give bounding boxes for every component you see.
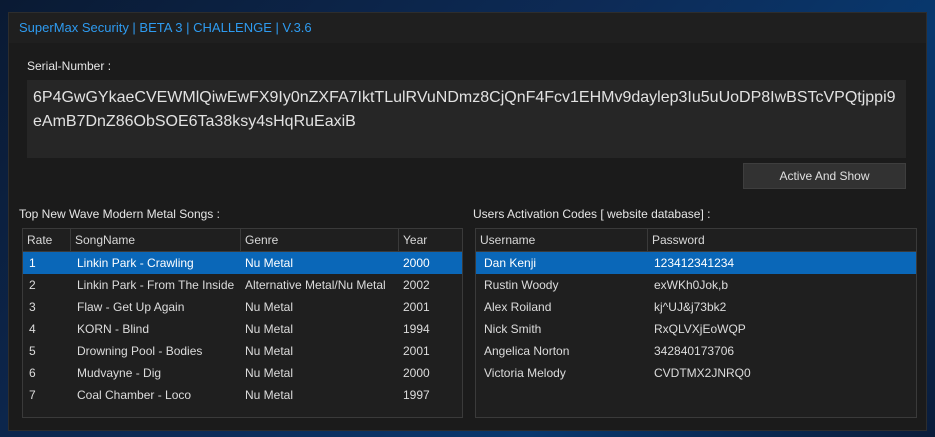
song-row[interactable]: 4 KORN - Blind Nu Metal 1994 (23, 318, 462, 340)
song-cell-genre: Nu Metal (245, 344, 294, 358)
song-row[interactable]: 1 Linkin Park - Crawling Nu Metal 2000 (23, 252, 462, 274)
user-cell-password: exWKh0Jok,b (654, 278, 729, 292)
songs-table-header: Rate SongName Genre Year (23, 229, 462, 252)
song-cell-genre: Alternative Metal/Nu Metal (245, 278, 386, 292)
user-cell-password: 342840173706 (654, 344, 735, 358)
users-section-label: Users Activation Codes [ website databas… (473, 207, 711, 221)
app-window: SuperMax Security | BETA 3 | CHALLENGE |… (8, 12, 927, 431)
song-cell-rate: 1 (29, 256, 36, 270)
song-cell-rate: 7 (29, 388, 36, 402)
users-table-header: Username Password (476, 229, 916, 252)
song-cell-year: 2000 (403, 366, 430, 380)
column-header-username[interactable]: Username (476, 229, 648, 251)
user-cell-password: 123412341234 (654, 256, 735, 270)
song-cell-songname: Mudvayne - Dig (77, 366, 162, 380)
active-and-show-button[interactable]: Active And Show (743, 163, 906, 189)
user-cell-username: Rustin Woody (484, 278, 559, 292)
users-table[interactable]: Username Password Dan Kenji 123412341234 R… (475, 228, 917, 418)
songs-table-body: 1 Linkin Park - Crawling Nu Metal 2000 2 Link… (23, 252, 462, 406)
song-row[interactable]: 3 Flaw - Get Up Again Nu Metal 2001 (23, 296, 462, 318)
users-table-body: Dan Kenji 123412341234 Rustin Woody exWKh0J… (476, 252, 916, 384)
song-cell-year: 2000 (403, 256, 430, 270)
song-row[interactable]: 2 Linkin Park - From The Inside Alternativ… (23, 274, 462, 296)
song-cell-songname: KORN - Blind (77, 322, 150, 336)
song-cell-genre: Nu Metal (245, 388, 294, 402)
user-cell-username: Alex Roiland (484, 300, 552, 314)
user-row[interactable]: Angelica Norton 342840173706 (476, 340, 916, 362)
column-header-year[interactable]: Year (399, 229, 462, 251)
user-cell-username: Angelica Norton (484, 344, 570, 358)
column-header-password[interactable]: Password (648, 229, 916, 251)
title-bar[interactable]: SuperMax Security | BETA 3 | CHALLENGE |… (9, 13, 926, 43)
song-cell-year: 2001 (403, 300, 430, 314)
song-cell-genre: Nu Metal (245, 366, 294, 380)
song-cell-genre: Nu Metal (245, 322, 294, 336)
song-cell-rate: 6 (29, 366, 36, 380)
song-cell-year: 2002 (403, 278, 430, 292)
song-cell-songname: Flaw - Get Up Again (77, 300, 185, 314)
user-cell-password: kj^UJ&j73bk2 (654, 300, 727, 314)
column-header-songname[interactable]: SongName (71, 229, 241, 251)
song-cell-genre: Nu Metal (245, 300, 294, 314)
user-cell-password: CVDTMX2JNRQ0 (654, 366, 751, 380)
songs-table[interactable]: Rate SongName Genre Year 1 Linkin Park - … (22, 228, 463, 418)
song-cell-genre: Nu Metal (245, 256, 294, 270)
song-row[interactable]: 6 Mudvayne - Dig Nu Metal 2000 (23, 362, 462, 384)
song-cell-rate: 4 (29, 322, 36, 336)
user-cell-username: Dan Kenji (484, 256, 537, 270)
song-cell-songname: Linkin Park - Crawling (77, 256, 194, 270)
song-cell-year: 1994 (403, 322, 430, 336)
song-cell-rate: 5 (29, 344, 36, 358)
serial-number-label: Serial-Number : (27, 59, 112, 73)
column-header-rate[interactable]: Rate (23, 229, 71, 251)
song-row[interactable]: 5 Drowning Pool - Bodies Nu Metal 2001 (23, 340, 462, 362)
user-cell-username: Victoria Melody (484, 366, 566, 380)
user-row[interactable]: Dan Kenji 123412341234 (476, 252, 916, 274)
song-cell-year: 2001 (403, 344, 430, 358)
user-row[interactable]: Rustin Woody exWKh0Jok,b (476, 274, 916, 296)
window-title: SuperMax Security | BETA 3 | CHALLENGE |… (19, 20, 312, 35)
user-cell-password: RxQLVXjEoWQP (654, 322, 746, 336)
user-row[interactable]: Nick Smith RxQLVXjEoWQP (476, 318, 916, 340)
serial-number-field[interactable]: 6P4GwGYkaeCVEWMlQiwEwFX9Iy0nZXFA7IktTLul… (27, 80, 906, 158)
column-header-genre[interactable]: Genre (241, 229, 399, 251)
song-cell-rate: 3 (29, 300, 36, 314)
songs-section-label: Top New Wave Modern Metal Songs : (19, 207, 220, 221)
user-row[interactable]: Victoria Melody CVDTMX2JNRQ0 (476, 362, 916, 384)
song-cell-songname: Drowning Pool - Bodies (77, 344, 203, 358)
song-row[interactable]: 7 Coal Chamber - Loco Nu Metal 1997 (23, 384, 462, 406)
song-cell-rate: 2 (29, 278, 36, 292)
user-cell-username: Nick Smith (484, 322, 542, 336)
user-row[interactable]: Alex Roiland kj^UJ&j73bk2 (476, 296, 916, 318)
song-cell-songname: Coal Chamber - Loco (77, 388, 192, 402)
song-cell-songname: Linkin Park - From The Inside (77, 278, 235, 292)
song-cell-year: 1997 (403, 388, 430, 402)
